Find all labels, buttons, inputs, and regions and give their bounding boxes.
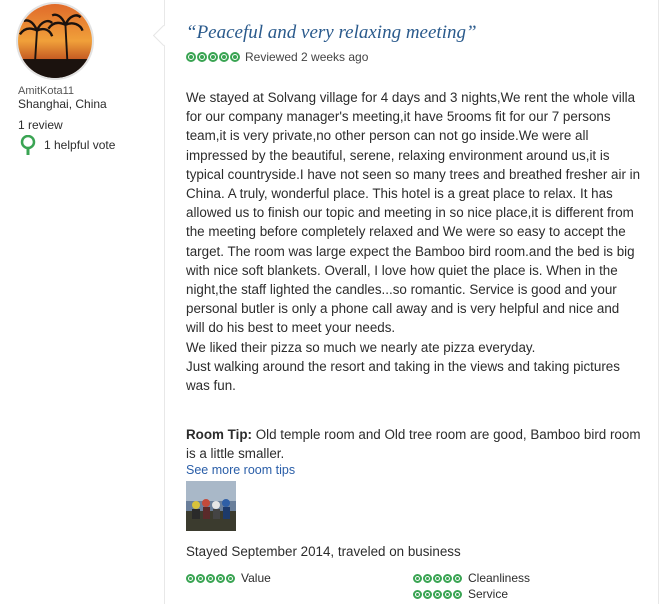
subrating-service: Service: [413, 587, 508, 601]
subrating-value: Value: [186, 571, 271, 585]
username[interactable]: AmitKota11: [18, 85, 74, 97]
review-title[interactable]: “Peaceful and very relaxing meeting”: [186, 22, 477, 44]
helpful-votes-label: 1 helpful vote: [44, 138, 116, 152]
user-location: Shanghai, China: [18, 97, 107, 111]
review-body: We stayed at Solvang village for 4 days …: [186, 88, 641, 395]
subrating-label: Cleanliness: [468, 571, 531, 585]
room-tip: Room Tip: Old temple room and Old tree r…: [186, 425, 646, 463]
subrating-label: Service: [468, 587, 509, 601]
subrating-bubbles: [413, 573, 462, 583]
review-paragraph: Just walking around the resort and takin…: [186, 358, 620, 394]
rating-bubbles: [186, 52, 240, 62]
avatar[interactable]: [16, 2, 94, 80]
review-paragraph: We liked their pizza so much we nearly a…: [186, 339, 536, 355]
room-tip-text: Old temple room and Old tree room are go…: [186, 427, 641, 461]
photo-image: [186, 481, 236, 531]
avatar-photo: [18, 4, 92, 78]
review-date: Reviewed 2 weeks ago: [245, 50, 369, 64]
stay-info: Stayed September 2014, traveled on busin…: [186, 544, 461, 559]
review-rating-row: Reviewed 2 weeks ago: [186, 50, 368, 64]
review-count: 1 review: [18, 118, 63, 132]
helpful-votes: 1 helpful vote: [20, 135, 115, 155]
subrating-cleanliness: Cleanliness: [413, 571, 530, 585]
subrating-bubbles: [413, 589, 462, 599]
subrating-bubbles: [186, 573, 235, 583]
review-photo-thumbnail[interactable]: [186, 481, 236, 531]
subrating-label: Value: [241, 571, 271, 585]
review-paragraph: We stayed at Solvang village for 4 days …: [186, 90, 641, 336]
see-more-room-tips-link[interactable]: See more room tips: [186, 463, 295, 477]
room-tip-label: Room Tip:: [186, 427, 252, 442]
badge-icon: [20, 135, 36, 155]
reviewer-sidebar: AmitKota11 Shanghai, China 1 review 1 he…: [0, 0, 150, 604]
